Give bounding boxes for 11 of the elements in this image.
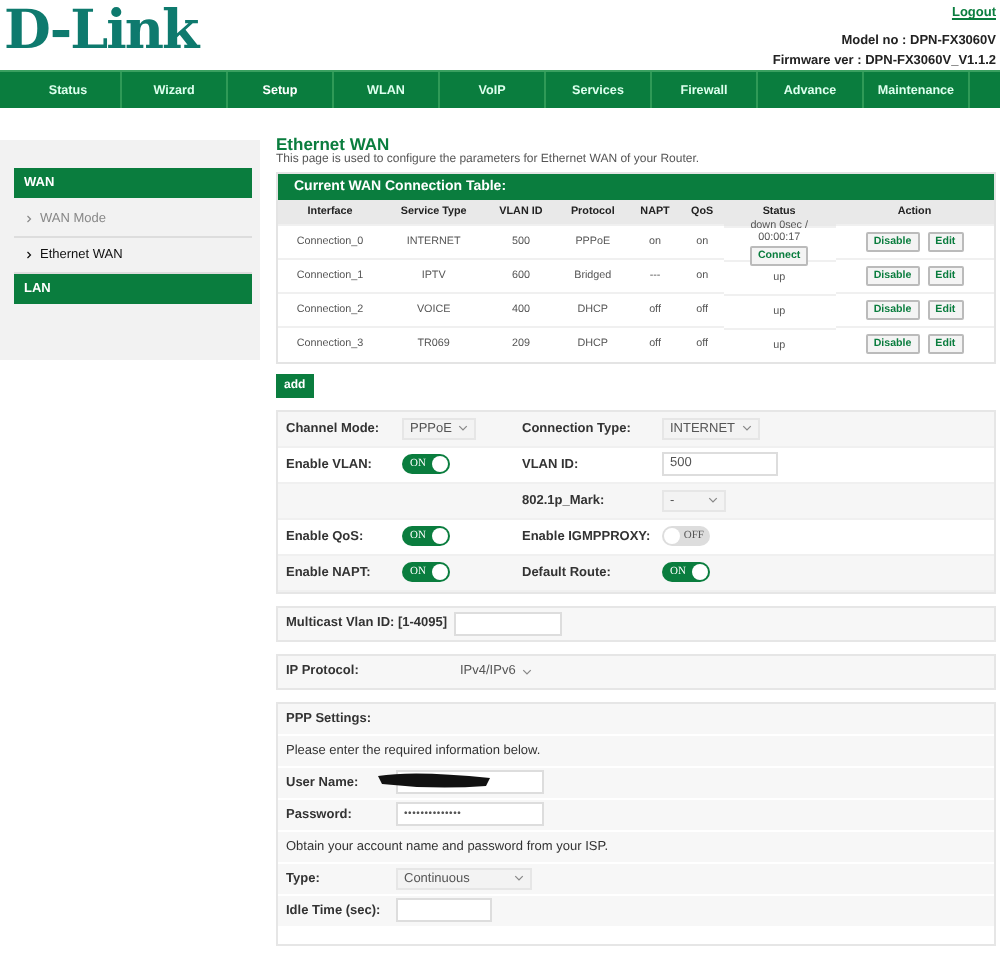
- input-field[interactable]: [396, 898, 492, 922]
- caret-icon: [457, 424, 468, 432]
- input-field[interactable]: [454, 611, 562, 635]
- chevron-icon: [26, 214, 32, 224]
- caret-icon: [521, 667, 532, 675]
- caret-icon: [741, 424, 751, 432]
- caret-icon: [514, 874, 524, 882]
- logo: D-Link: [4, 0, 198, 66]
- page-title: Ethernet WAN: [276, 134, 390, 154]
- chevron-icon: [26, 250, 32, 260]
- caret-icon: [708, 496, 718, 504]
